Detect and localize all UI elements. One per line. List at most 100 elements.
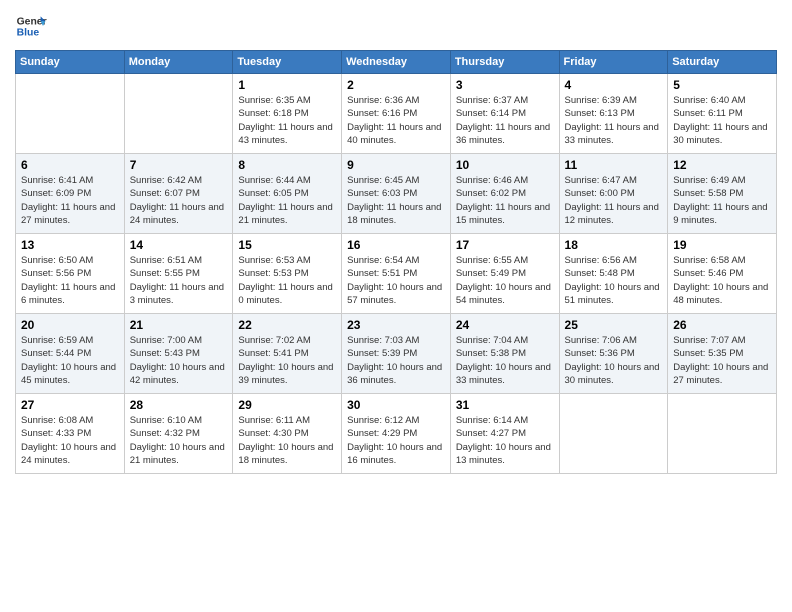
calendar-cell: 10 Sunrise: 6:46 AM Sunset: 6:02 PM Dayli… [450,154,559,234]
day-number: 20 [21,318,119,332]
calendar-cell: 23Sunrise: 7:03 AM Sunset: 5:39 PM Dayli… [342,314,451,394]
day-number: 14 [130,238,228,252]
day-number: 18 [565,238,663,252]
weekday-header: Sunday [16,51,125,74]
calendar-cell: 1Sunrise: 6:35 AM Sunset: 6:18 PM Daylig… [233,74,342,154]
day-number: 1 [238,78,336,92]
calendar-week-row: 6 Sunrise: 6:41 AM Sunset: 6:09 PM Daylig… [16,154,777,234]
weekday-header: Friday [559,51,668,74]
day-number: 26 [673,318,771,332]
day-number: 30 [347,398,445,412]
logo-icon: General Blue [15,10,47,42]
day-number: 17 [456,238,554,252]
calendar-header-row: SundayMondayTuesdayWednesdayThursdayFrid… [16,51,777,74]
calendar-cell: 8Sunrise: 6:44 AM Sunset: 6:05 PM Daylig… [233,154,342,234]
day-info: Sunrise: 6:53 AM Sunset: 5:53 PM Dayligh… [238,254,336,307]
day-info: Sunrise: 6:41 AM Sunset: 6:09 PM Dayligh… [21,174,119,227]
calendar-cell: 2Sunrise: 6:36 AM Sunset: 6:16 PM Daylig… [342,74,451,154]
calendar-cell: 28 Sunrise: 6:10 AM Sunset: 4:32 PM Dayli… [124,394,233,474]
weekday-header: Wednesday [342,51,451,74]
calendar-cell: 20 Sunrise: 6:59 AM Sunset: 5:44 PM Dayli… [16,314,125,394]
calendar-week-row: 20 Sunrise: 6:59 AM Sunset: 5:44 PM Dayli… [16,314,777,394]
day-info: Sunrise: 6:56 AM Sunset: 5:48 PM Dayligh… [565,254,663,307]
calendar-table: SundayMondayTuesdayWednesdayThursdayFrid… [15,50,777,474]
weekday-header: Tuesday [233,51,342,74]
day-info: Sunrise: 6:49 AM Sunset: 5:58 PM Dayligh… [673,174,771,227]
calendar-cell [559,394,668,474]
day-number: 4 [565,78,663,92]
day-info: Sunrise: 6:40 AM Sunset: 6:11 PM Dayligh… [673,94,771,147]
header: General Blue [15,10,777,42]
calendar-cell: 6 Sunrise: 6:41 AM Sunset: 6:09 PM Daylig… [16,154,125,234]
calendar-cell: 5 Sunrise: 6:40 AM Sunset: 6:11 PM Daylig… [668,74,777,154]
calendar-cell [668,394,777,474]
calendar-cell: 7 Sunrise: 6:42 AM Sunset: 6:07 PM Daylig… [124,154,233,234]
weekday-header: Thursday [450,51,559,74]
day-number: 12 [673,158,771,172]
day-info: Sunrise: 7:06 AM Sunset: 5:36 PM Dayligh… [565,334,663,387]
day-info: Sunrise: 7:07 AM Sunset: 5:35 PM Dayligh… [673,334,771,387]
day-number: 28 [130,398,228,412]
day-info: Sunrise: 7:03 AM Sunset: 5:39 PM Dayligh… [347,334,445,387]
calendar-cell: 24 Sunrise: 7:04 AM Sunset: 5:38 PM Dayli… [450,314,559,394]
calendar-cell: 17 Sunrise: 6:55 AM Sunset: 5:49 PM Dayli… [450,234,559,314]
day-number: 19 [673,238,771,252]
weekday-header: Saturday [668,51,777,74]
calendar-week-row: 13Sunrise: 6:50 AM Sunset: 5:56 PM Dayli… [16,234,777,314]
calendar-cell: 16 Sunrise: 6:54 AM Sunset: 5:51 PM Dayli… [342,234,451,314]
day-number: 25 [565,318,663,332]
day-number: 15 [238,238,336,252]
day-number: 24 [456,318,554,332]
day-number: 3 [456,78,554,92]
calendar-cell: 19Sunrise: 6:58 AM Sunset: 5:46 PM Dayli… [668,234,777,314]
calendar-cell: 30 Sunrise: 6:12 AM Sunset: 4:29 PM Dayli… [342,394,451,474]
day-number: 29 [238,398,336,412]
day-number: 7 [130,158,228,172]
calendar-cell: 21Sunrise: 7:00 AM Sunset: 5:43 PM Dayli… [124,314,233,394]
calendar-cell: 18 Sunrise: 6:56 AM Sunset: 5:48 PM Dayli… [559,234,668,314]
day-info: Sunrise: 6:11 AM Sunset: 4:30 PM Dayligh… [238,414,336,467]
day-info: Sunrise: 6:36 AM Sunset: 6:16 PM Dayligh… [347,94,445,147]
day-number: 10 [456,158,554,172]
day-number: 6 [21,158,119,172]
day-info: Sunrise: 6:08 AM Sunset: 4:33 PM Dayligh… [21,414,119,467]
day-info: Sunrise: 6:54 AM Sunset: 5:51 PM Dayligh… [347,254,445,307]
day-number: 27 [21,398,119,412]
day-number: 5 [673,78,771,92]
day-number: 11 [565,158,663,172]
day-info: Sunrise: 6:12 AM Sunset: 4:29 PM Dayligh… [347,414,445,467]
day-info: Sunrise: 6:51 AM Sunset: 5:55 PM Dayligh… [130,254,228,307]
calendar-cell: 27 Sunrise: 6:08 AM Sunset: 4:33 PM Dayli… [16,394,125,474]
svg-text:Blue: Blue [17,28,40,39]
day-info: Sunrise: 6:44 AM Sunset: 6:05 PM Dayligh… [238,174,336,227]
calendar-week-row: 1Sunrise: 6:35 AM Sunset: 6:18 PM Daylig… [16,74,777,154]
day-info: Sunrise: 7:00 AM Sunset: 5:43 PM Dayligh… [130,334,228,387]
day-number: 9 [347,158,445,172]
day-info: Sunrise: 7:02 AM Sunset: 5:41 PM Dayligh… [238,334,336,387]
calendar-cell: 9 Sunrise: 6:45 AM Sunset: 6:03 PM Daylig… [342,154,451,234]
day-info: Sunrise: 6:14 AM Sunset: 4:27 PM Dayligh… [456,414,554,467]
calendar-week-row: 27 Sunrise: 6:08 AM Sunset: 4:33 PM Dayli… [16,394,777,474]
day-info: Sunrise: 6:59 AM Sunset: 5:44 PM Dayligh… [21,334,119,387]
calendar-cell: 15 Sunrise: 6:53 AM Sunset: 5:53 PM Dayli… [233,234,342,314]
calendar-cell [124,74,233,154]
day-info: Sunrise: 6:45 AM Sunset: 6:03 PM Dayligh… [347,174,445,227]
day-number: 22 [238,318,336,332]
day-info: Sunrise: 7:04 AM Sunset: 5:38 PM Dayligh… [456,334,554,387]
day-info: Sunrise: 6:42 AM Sunset: 6:07 PM Dayligh… [130,174,228,227]
day-info: Sunrise: 6:50 AM Sunset: 5:56 PM Dayligh… [21,254,119,307]
calendar-cell: 11Sunrise: 6:47 AM Sunset: 6:00 PM Dayli… [559,154,668,234]
calendar-cell: 29 Sunrise: 6:11 AM Sunset: 4:30 PM Dayli… [233,394,342,474]
day-info: Sunrise: 6:10 AM Sunset: 4:32 PM Dayligh… [130,414,228,467]
weekday-header: Monday [124,51,233,74]
day-info: Sunrise: 6:46 AM Sunset: 6:02 PM Dayligh… [456,174,554,227]
calendar-cell: 31Sunrise: 6:14 AM Sunset: 4:27 PM Dayli… [450,394,559,474]
calendar-cell: 13Sunrise: 6:50 AM Sunset: 5:56 PM Dayli… [16,234,125,314]
day-info: Sunrise: 6:37 AM Sunset: 6:14 PM Dayligh… [456,94,554,147]
calendar-cell [16,74,125,154]
day-info: Sunrise: 6:55 AM Sunset: 5:49 PM Dayligh… [456,254,554,307]
calendar-cell: 14 Sunrise: 6:51 AM Sunset: 5:55 PM Dayli… [124,234,233,314]
day-number: 16 [347,238,445,252]
calendar-cell: 12 Sunrise: 6:49 AM Sunset: 5:58 PM Dayli… [668,154,777,234]
day-info: Sunrise: 6:39 AM Sunset: 6:13 PM Dayligh… [565,94,663,147]
